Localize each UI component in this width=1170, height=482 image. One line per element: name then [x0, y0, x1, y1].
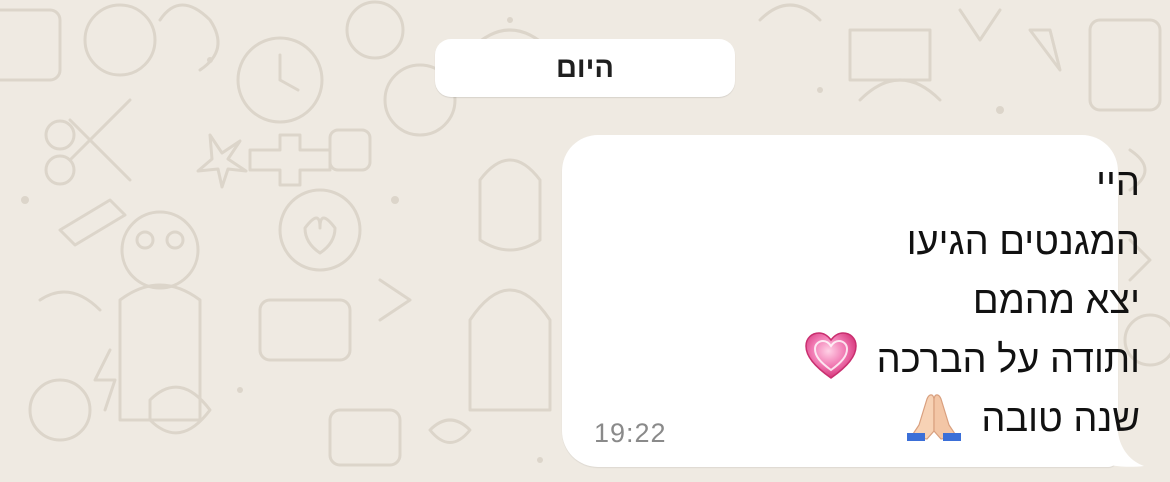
message-line-3: יצא מהמם	[972, 280, 1140, 322]
doodle-check-icon	[958, 8, 1002, 42]
doodle-bottle-icon	[468, 288, 552, 412]
doodle-food-icon	[83, 3, 157, 77]
message-line-1: היי	[1096, 162, 1140, 204]
praying-hands-emoji-icon	[906, 394, 961, 441]
doodle-chevron-icon	[378, 278, 412, 322]
doodle-bolt-icon	[93, 348, 117, 412]
message-timestamp: 19:22	[594, 418, 667, 448]
message-line-2: המגנטים הגיעו	[906, 221, 1140, 263]
doodle-calculator-icon	[0, 8, 62, 82]
doodle-hand-icon	[858, 78, 942, 102]
message-line-4: ותודה על הברכה	[804, 331, 1140, 390]
doodle-plus-icon	[248, 133, 332, 187]
doodle-sparkle-icon	[196, 133, 248, 189]
message-line-4-text: ותודה על הברכה	[876, 339, 1140, 381]
doodle-camera-icon	[345, 0, 405, 60]
doodle-phone-icon	[1088, 18, 1162, 112]
doodle-arc-icon	[758, 3, 822, 22]
doodle-lock-icon	[328, 128, 372, 172]
doodle-ticket-icon	[848, 28, 932, 82]
doodle-ball-icon	[28, 378, 92, 442]
doodle-taco-icon	[38, 290, 102, 312]
date-separator: היום	[435, 39, 735, 97]
message-line-5-text: שנה טובה	[981, 398, 1140, 440]
doodle-person-body-icon	[118, 283, 202, 422]
message-text: היי המגנטים הגיעו יצא מהמם ותודה על הברכ…	[804, 154, 1140, 449]
doodle-smile-icon	[428, 418, 472, 444]
doodle-cake-icon	[258, 298, 352, 362]
doodle-heart-ring-icon	[278, 188, 362, 272]
doodle-message-icon	[328, 408, 402, 467]
date-separator-label: היום	[556, 51, 614, 84]
message-line-5: שנה טובה	[804, 390, 1140, 449]
doodle-cursor-icon	[1028, 28, 1062, 72]
doodle-person-head-icon	[120, 210, 200, 290]
doodle-scissors-icon	[68, 98, 132, 182]
doodle-cup-icon	[478, 158, 542, 252]
doodle-tube-icon	[58, 198, 127, 247]
heart-emoji-icon	[805, 332, 857, 379]
